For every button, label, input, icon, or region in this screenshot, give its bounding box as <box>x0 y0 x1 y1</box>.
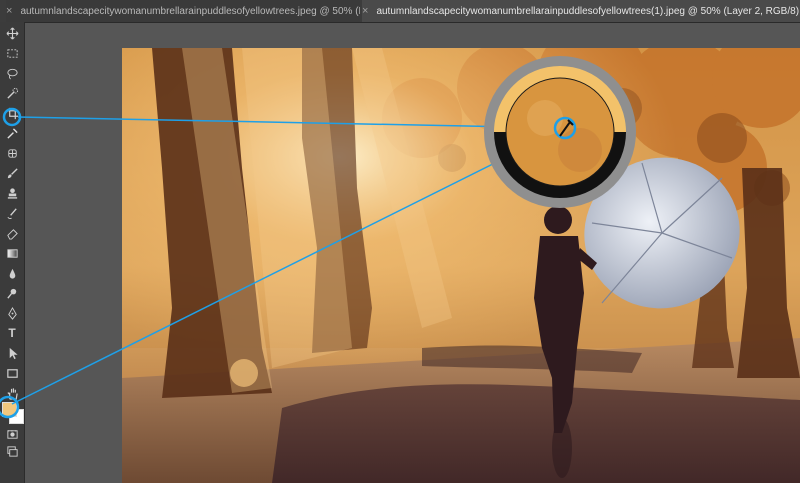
path-select-icon[interactable] <box>2 344 22 362</box>
close-tab-icon[interactable]: × <box>362 5 368 17</box>
quick-select-icon[interactable] <box>2 84 22 102</box>
close-tab-icon[interactable]: × <box>6 5 12 17</box>
autumn-painting-image <box>122 48 800 483</box>
tab-document-2-label: autumnlandscapecitywomanumbrellarainpudd… <box>376 5 800 17</box>
document-tab-bar: × autumnlandscapecitywomanumbrellarainpu… <box>0 0 800 23</box>
patch-icon[interactable] <box>2 144 22 162</box>
screen-mode-icon[interactable] <box>2 442 22 460</box>
tools-panel: T ··· <box>0 22 25 483</box>
move-icon[interactable] <box>2 24 22 42</box>
marquee-icon[interactable] <box>2 44 22 62</box>
lasso-icon[interactable] <box>2 64 22 82</box>
type-icon[interactable]: T <box>2 324 22 342</box>
foreground-color-swatch[interactable] <box>2 402 17 417</box>
tab-document-1-label: autumnlandscapecitywomanumbrellarainpudd… <box>20 5 360 17</box>
tab-document-2[interactable]: × autumnlandscapecitywomanumbrellarainpu… <box>362 0 800 22</box>
crop-icon[interactable] <box>2 104 22 122</box>
rectangle-icon[interactable] <box>2 364 22 382</box>
blur-icon[interactable] <box>2 264 22 282</box>
eyedropper-icon[interactable] <box>2 124 22 142</box>
stamp-icon[interactable] <box>2 184 22 202</box>
gradient-icon[interactable] <box>2 244 22 262</box>
history-brush-icon[interactable] <box>2 204 22 222</box>
dodge-icon[interactable] <box>2 284 22 302</box>
pen-icon[interactable] <box>2 304 22 322</box>
document-canvas[interactable] <box>122 48 800 483</box>
hand-icon[interactable] <box>2 384 22 402</box>
eraser-icon[interactable] <box>2 224 22 242</box>
quick-mask-icon[interactable] <box>2 425 22 443</box>
tab-document-1[interactable]: × autumnlandscapecitywomanumbrellarainpu… <box>6 0 360 22</box>
brush-icon[interactable] <box>2 164 22 182</box>
